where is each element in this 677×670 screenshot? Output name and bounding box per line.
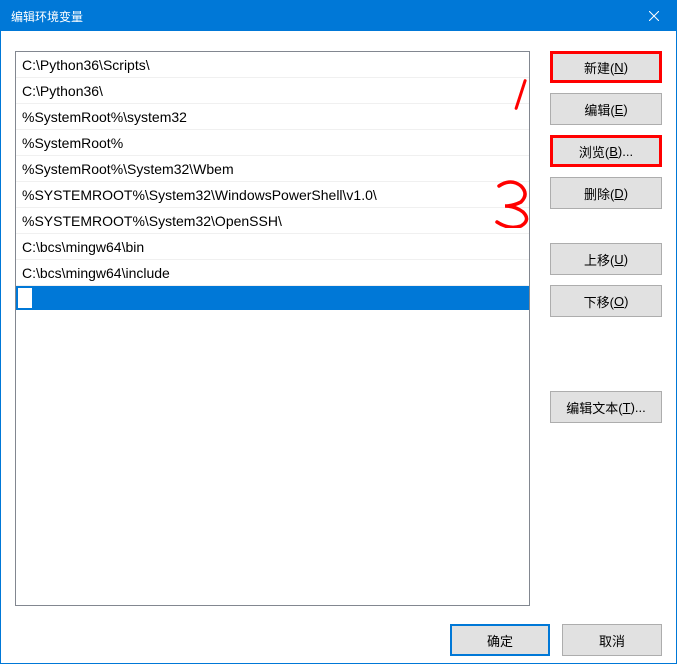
dialog-content: C:\Python36\Scripts\ C:\Python36\ %Syste… bbox=[1, 31, 676, 670]
list-item[interactable]: C:\Python36\Scripts\ bbox=[16, 52, 529, 78]
delete-button[interactable]: 删除(D) bbox=[550, 177, 662, 209]
close-button[interactable] bbox=[631, 1, 676, 31]
move-down-button[interactable]: 下移(O) bbox=[550, 285, 662, 317]
list-item[interactable]: C:\bcs\mingw64\bin bbox=[16, 234, 529, 260]
close-icon bbox=[649, 11, 659, 21]
list-item-editing[interactable] bbox=[16, 286, 529, 310]
ok-button[interactable]: 确定 bbox=[450, 624, 550, 656]
new-button[interactable]: 新建(N) bbox=[550, 51, 662, 83]
list-item[interactable]: %SYSTEMROOT%\System32\WindowsPowerShell\… bbox=[16, 182, 529, 208]
list-item[interactable]: C:\Python36\ bbox=[16, 78, 529, 104]
edit-text-button[interactable]: 编辑文本(T)... bbox=[550, 391, 662, 423]
list-item[interactable]: %SystemRoot%\System32\Wbem bbox=[16, 156, 529, 182]
titlebar: 编辑环境变量 bbox=[1, 1, 676, 31]
spacer bbox=[550, 219, 662, 233]
list-edit-input[interactable] bbox=[18, 288, 32, 308]
dialog-window: 编辑环境变量 C:\Python36\Scripts\ C:\Python36\… bbox=[0, 0, 677, 664]
list-item[interactable]: %SystemRoot%\system32 bbox=[16, 104, 529, 130]
move-up-button[interactable]: 上移(U) bbox=[550, 243, 662, 275]
main-row: C:\Python36\Scripts\ C:\Python36\ %Syste… bbox=[15, 51, 662, 606]
spacer bbox=[550, 327, 662, 381]
browse-button[interactable]: 浏览(B)... bbox=[550, 135, 662, 167]
cancel-button[interactable]: 取消 bbox=[562, 624, 662, 656]
list-item[interactable]: %SYSTEMROOT%\System32\OpenSSH\ bbox=[16, 208, 529, 234]
footer-row: 确定 取消 bbox=[15, 606, 662, 660]
button-column: 新建(N) 编辑(E) 浏览(B)... 删除(D) 上移(U) 下移(O) bbox=[550, 51, 662, 606]
edit-button[interactable]: 编辑(E) bbox=[550, 93, 662, 125]
window-title: 编辑环境变量 bbox=[11, 8, 631, 25]
list-item[interactable]: %SystemRoot% bbox=[16, 130, 529, 156]
list-item[interactable]: C:\bcs\mingw64\include bbox=[16, 260, 529, 286]
path-listbox[interactable]: C:\Python36\Scripts\ C:\Python36\ %Syste… bbox=[15, 51, 530, 606]
